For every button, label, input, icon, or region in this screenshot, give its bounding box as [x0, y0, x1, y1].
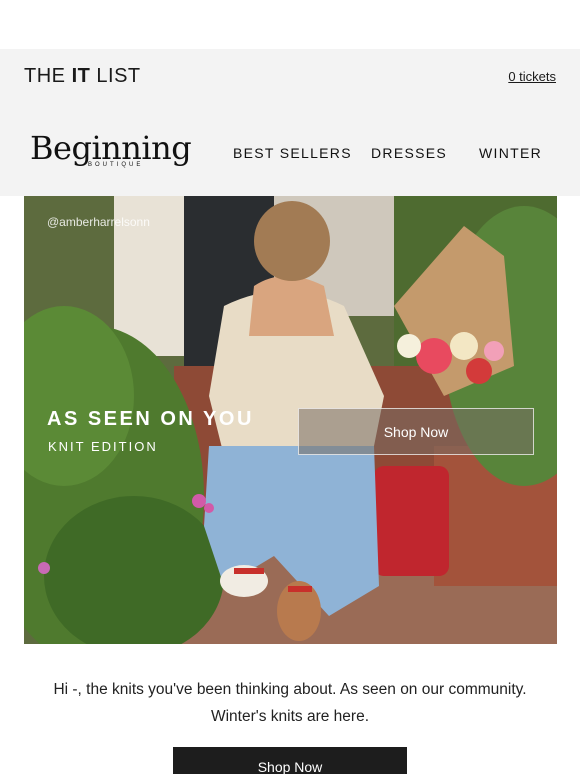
tickets-link[interactable]: 0 tickets [508, 69, 556, 84]
body-line-2: Winter's knits are here. [210, 708, 369, 725]
hero-banner[interactable]: @amberharrelsonn AS SEEN ON YOU KNIT EDI… [24, 196, 557, 644]
nav-item-dresses[interactable]: DRESSES [371, 145, 447, 161]
it-list-title-strong: IT [71, 64, 91, 87]
brand-name: Beginning [30, 129, 192, 167]
instagram-handle: @amberharrelsonn [47, 215, 150, 229]
hero-subheadline: KNIT EDITION [48, 439, 158, 454]
brand-logo[interactable]: Beginning BOUTIQUE [30, 129, 192, 175]
nav-item-best-sellers[interactable]: BEST SELLERS [233, 145, 352, 161]
body-copy: Hi -, the knits you've been thinking abo… [0, 676, 580, 730]
body-line-1: Hi -, the knits you've been thinking abo… [53, 681, 527, 698]
nav-bar: Beginning BOUTIQUE BEST SELLERS DRESSES … [0, 103, 580, 196]
it-list-title-suffix: LIST [90, 64, 141, 87]
hero-shop-now-button[interactable]: Shop Now [298, 408, 534, 455]
shop-now-button[interactable]: Shop Now [173, 747, 407, 774]
it-list-bar: THE IT LIST 0 tickets [0, 49, 580, 103]
brand-sub: BOUTIQUE [88, 162, 144, 168]
it-list-title-prefix: THE [24, 64, 72, 87]
hero-headline: AS SEEN ON YOU [47, 408, 254, 430]
nav-item-winter[interactable]: WINTER [479, 145, 542, 161]
it-list-title: THE IT LIST [24, 65, 141, 88]
